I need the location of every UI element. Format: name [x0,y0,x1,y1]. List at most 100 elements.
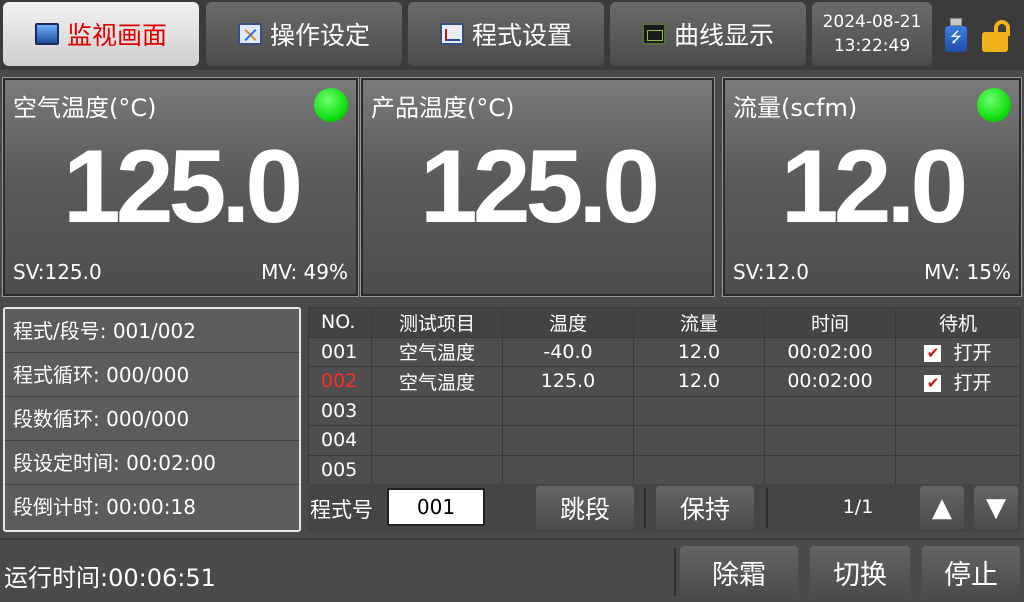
jump-segment-button[interactable]: 跳段 [536,486,634,530]
column-header: 温度 [502,307,634,338]
tab-bar: 监视画面 操作设定 程式设置 曲线显示 2024-08-21 13:22:49 … [0,0,1024,70]
tab-label: 操作设定 [269,21,370,50]
empty-cell [371,395,503,426]
empty-cell [633,395,765,426]
triangle-down-icon: ▼ [986,493,1006,523]
tools-icon [237,23,262,45]
column-header: NO. [308,307,372,338]
temperature-cell: 125.0 [502,366,634,397]
time-cell: 00:02:00 [764,366,896,397]
tab-monitor[interactable]: 监视画面 [3,2,199,66]
empty-cell [371,425,503,456]
defrost-button[interactable]: 除霜 [680,546,798,598]
tab-curve-display[interactable]: 曲线显示 [610,2,806,66]
program-table: NO. 测试项目 温度 流量 时间 待机 001 空气温度 -40.0 12.0… [308,307,1021,485]
empty-cell [502,425,634,456]
sv-value: SV:125.0 [13,260,102,284]
page-indicator: 1/1 [842,496,874,518]
panel-title: 空气温度(°C) [13,94,157,122]
mv-value: MV: 49% [261,260,348,284]
standby-checkbox[interactable]: ✔ [924,374,942,392]
table-header: NO. 测试项目 温度 流量 时间 待机 [308,307,1021,338]
tab-operation-settings[interactable]: 操作设定 [206,2,402,66]
stop-button[interactable]: 停止 [922,546,1020,598]
test-item: 空气温度 [371,366,503,397]
runtime-display: 运行时间:00:06:51 [4,564,216,592]
curve-icon [641,23,666,45]
product-temperature-panel: 产品温度(°C) 125.0 [360,77,715,297]
unlocked-icon[interactable] [982,20,1016,52]
segment-countdown: 段倒计时: 00:00:18 [13,495,196,519]
flow-cell: 12.0 [633,366,765,397]
program-number-label: 程式号 [310,498,373,522]
segment-cycle: 段数循环: 000/000 [5,397,299,441]
program-info-panel: 程式/段号: 001/002 程式循环: 000/000 段数循环: 000/0… [3,307,301,532]
empty-cell [895,425,1021,456]
empty-cell [895,454,1021,485]
flow-cell: 12.0 [633,336,765,367]
standby-cell: ✔ 打开 [895,366,1021,397]
panel-title: 产品温度(°C) [371,94,515,122]
time-cell: 00:02:00 [764,336,896,367]
monitor-icon [34,23,59,45]
date-text: 2024-08-21 [822,12,922,32]
divider [644,488,646,528]
row-number: 001 [308,336,372,367]
status-led [977,88,1011,122]
page-down-button[interactable]: ▼ [974,486,1018,530]
empty-cell [764,395,896,426]
temperature-cell: -40.0 [502,336,634,367]
empty-cell [502,395,634,426]
tab-label: 曲线显示 [673,21,774,50]
row-number: 004 [308,425,372,456]
flow-panel: 流量(scfm) 12.0 SV:12.0 MV: 15% [722,77,1022,297]
table-row[interactable]: 005 [308,454,1021,485]
standby-label: 打开 [953,342,992,365]
panel-title: 流量(scfm) [733,94,858,122]
table-row[interactable]: 002 空气温度 125.0 12.0 00:02:00 ✔ 打开 [308,366,1021,397]
status-bar: 运行时间:00:06:51 除霜 切换 停止 [0,538,1024,602]
column-header: 测试项目 [371,307,503,338]
row-number: 005 [308,454,372,485]
air-temperature-panel: 空气温度(°C) 125.0 SV:125.0 MV: 49% [2,77,359,297]
empty-cell [895,395,1021,426]
page-up-button[interactable]: ▲ [920,486,964,530]
time-text: 13:22:49 [833,36,911,56]
tab-label: 监视画面 [66,21,167,50]
graph-icon [439,23,464,45]
standby-label: 打开 [953,371,992,394]
column-header: 时间 [764,307,896,338]
table-row[interactable]: 004 [308,425,1021,456]
switch-button[interactable]: 切换 [810,546,910,598]
usb-icon[interactable]: ⭍ [945,18,967,52]
triangle-up-icon: ▲ [932,493,952,523]
test-item: 空气温度 [371,336,503,367]
program-control-bar: 程式号 001 跳段 保持 1/1 ▲ ▼ [308,484,1021,532]
sv-value: SV:12.0 [733,260,810,284]
standby-checkbox[interactable]: ✔ [924,345,942,363]
program-segment: 程式/段号: 001/002 [5,309,299,353]
empty-cell [371,454,503,485]
empty-cell [764,454,896,485]
table-row[interactable]: 001 空气温度 -40.0 12.0 00:02:00 ✔ 打开 [308,336,1021,367]
tab-program-settings[interactable]: 程式设置 [408,2,604,66]
program-cycle: 程式循环: 000/000 [5,353,299,397]
segment-set-time: 段设定时间: 00:02:00 [5,441,299,485]
column-header: 待机 [895,307,1021,338]
empty-cell [502,454,634,485]
status-led [314,88,348,122]
hold-button[interactable]: 保持 [656,486,754,530]
pv-value: 125.0 [62,129,303,245]
program-number-input[interactable]: 001 [387,488,485,526]
pv-value: 12.0 [780,129,968,245]
empty-cell [633,425,765,456]
standby-cell: ✔ 打开 [895,336,1021,367]
datetime-display: 2024-08-21 13:22:49 [812,2,932,66]
mv-value: MV: 15% [924,260,1011,284]
column-header: 流量 [633,307,765,338]
tab-label: 程式设置 [471,21,572,50]
row-number: 002 [308,366,372,397]
divider [766,488,768,528]
table-row[interactable]: 003 [308,395,1021,426]
row-number: 003 [308,395,372,426]
